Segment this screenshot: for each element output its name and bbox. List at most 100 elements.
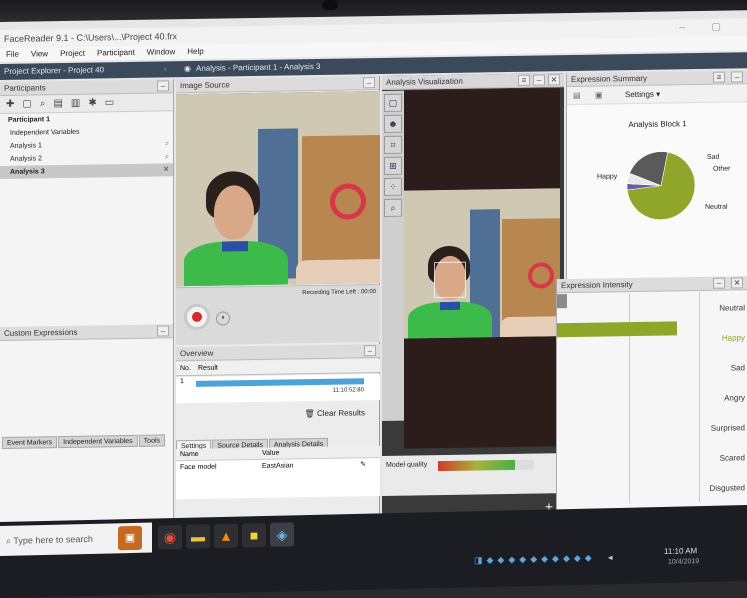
analysis-visualization-panel: Analysis Visualization ≡–✕ ▢ ☻ ⌗ ⊞ ⁘ ⌕: [382, 73, 564, 516]
pause-button[interactable]: ⏸: [216, 311, 230, 326]
intensity-labels: Neutral Happy Sad Angry Surprised Scared…: [703, 291, 747, 502]
analysis-item-selected[interactable]: Analysis 3 ✕: [0, 163, 173, 179]
file-explorer-icon[interactable]: ▬: [186, 524, 210, 549]
project-explorer-title: Project Explorer - Project 40: [4, 65, 105, 76]
analysis-visualization-title: Analysis Visualization: [386, 76, 463, 87]
menu-icon[interactable]: ≡: [713, 71, 725, 83]
clock-date[interactable]: 10/4/2019: [668, 558, 699, 566]
independent-variables-label: Independent Variables: [10, 128, 80, 137]
pie-label-neutral: Neutral: [705, 204, 728, 211]
facereader-window: FaceReader 9.1 - C:\Users\...\Project 40…: [0, 10, 747, 522]
sticky-notes-icon[interactable]: ■: [242, 522, 266, 548]
participants-label: Participants: [4, 83, 46, 93]
grid-icon[interactable]: ⊞: [384, 156, 402, 175]
record-button[interactable]: [184, 303, 210, 331]
panel-minimize-button[interactable]: –: [363, 77, 375, 89]
add-participant-icon[interactable]: ✚: [6, 99, 22, 110]
frame-icon[interactable]: ▢: [384, 93, 402, 112]
result-progress-bar: [196, 378, 364, 387]
table-row[interactable]: 1 11:10:52:80: [176, 374, 380, 404]
analysis-1-label: Analysis 1: [10, 142, 42, 150]
windows-taskbar: ⌕ Type here to search ▣ ◉ ▬ ▲ ■ ◈ ◨◆◆◆◆◆…: [0, 505, 747, 598]
print-icon[interactable]: ▤: [573, 87, 581, 105]
pie-label-sad: Sad: [707, 154, 720, 161]
model-quality-label: Model quality: [386, 461, 428, 469]
table-row[interactable]: Face model EastAsian ✎: [176, 458, 380, 475]
recording-time: Recording Time Left : 00:00: [302, 289, 376, 297]
menu-project[interactable]: Project: [54, 47, 91, 62]
model-quality-track: [438, 459, 534, 472]
zoom-icon[interactable]: ⌕: [384, 198, 402, 217]
trash-icon: 🗑: [304, 409, 315, 419]
menu-icon[interactable]: ≡: [518, 74, 530, 86]
pie-label-happy: Happy: [597, 173, 618, 180]
minimize-icon[interactable]: –: [533, 74, 545, 86]
custom-expressions-header: Custom Expressions –: [0, 324, 173, 341]
pie-label-other: Other: [713, 166, 731, 173]
clear-results-button[interactable]: 🗑 Clear Results: [305, 408, 365, 418]
face-tracking-box: [434, 261, 466, 299]
monitor-screen: FaceReader 9.1 - C:\Users\...\Project 40…: [0, 0, 747, 598]
facereader-icon[interactable]: ◈: [270, 522, 294, 547]
monitor-icon[interactable]: ▭: [105, 97, 122, 108]
briefcase-icon[interactable]: ▣: [118, 525, 142, 551]
minimize-icon[interactable]: –: [731, 71, 743, 83]
project-explorer-panel: Participants – ✚▢⌕▤▥✱▭ Participant 1 Inde…: [0, 79, 174, 522]
search-icon[interactable]: ⌕: [40, 98, 54, 109]
settings-dropdown[interactable]: Settings ▾: [625, 86, 660, 105]
points-icon[interactable]: ⁘: [384, 177, 402, 196]
menu-file[interactable]: File: [0, 48, 25, 62]
col-value: Value: [262, 449, 280, 457]
collapse-icon[interactable]: ‹: [164, 61, 167, 77]
minimize-icon[interactable]: –: [713, 277, 725, 289]
menu-view[interactable]: View: [25, 47, 54, 61]
explorer-bottom-tabs: Event Markers Independent Variables Tools: [2, 429, 166, 450]
import-icon[interactable]: ✱: [88, 97, 104, 108]
arm: [296, 259, 380, 287]
result-track: [196, 378, 364, 387]
new-analysis-icon[interactable]: ▢: [22, 98, 39, 109]
analysis-icon: ◉: [184, 63, 191, 74]
expression-intensity-panel: Expression Intensity – ✕ Neutral Happy Sad…: [556, 276, 747, 514]
taskbar-search-box[interactable]: ⌕ Type here to search ▣: [0, 522, 152, 556]
custom-expressions-label: Custom Expressions: [4, 327, 78, 338]
arm: [500, 316, 560, 338]
visualization-top: [404, 88, 560, 191]
clock-time[interactable]: 11:10 AM: [664, 546, 697, 556]
panel-minimize-button[interactable]: –: [157, 80, 169, 92]
panel-minimize-button[interactable]: –: [157, 325, 169, 337]
mesh-icon[interactable]: ⌗: [384, 135, 402, 154]
face-icon[interactable]: ☻: [384, 114, 402, 133]
menu-window[interactable]: Window: [141, 45, 181, 60]
tab-event-markers[interactable]: Event Markers: [2, 436, 58, 449]
delete-icon[interactable]: ▥: [71, 98, 88, 109]
analysis-tab-title[interactable]: Analysis - Participant 1 - Analysis 3: [196, 59, 321, 77]
tab-independent-variables[interactable]: Independent Variables: [58, 434, 138, 449]
menu-participant[interactable]: Participant: [91, 46, 141, 61]
menu-help[interactable]: Help: [181, 45, 209, 59]
close-icon[interactable]: ✕: [731, 277, 743, 289]
search-icon: ⌕: [6, 535, 12, 546]
vlc-icon[interactable]: ▲: [214, 523, 238, 549]
window-controls[interactable]: – ▢: [679, 18, 733, 37]
label-neutral: Neutral: [719, 303, 745, 313]
close-icon[interactable]: ✕: [548, 74, 560, 86]
edit-icon[interactable]: ✎: [360, 458, 366, 472]
grid-line: [699, 292, 700, 503]
neutral-bar: [557, 294, 567, 309]
tab-tools[interactable]: Tools: [138, 434, 166, 447]
person-collar: [222, 241, 248, 252]
magnifier-icon[interactable]: ⌕: [165, 137, 169, 150]
system-tray-icons[interactable]: ◨◆◆◆◆◆◆◆◆◆◆: [474, 552, 596, 566]
face-model-value: EastAsian: [262, 462, 294, 470]
face-visualization: [404, 188, 560, 339]
pie-chart-title: Analysis Block 1: [628, 119, 687, 130]
copy-icon[interactable]: ▣: [595, 87, 603, 105]
row-number: 1: [180, 378, 184, 386]
close-icon[interactable]: ✕: [163, 163, 169, 176]
copy-icon[interactable]: ▤: [53, 98, 70, 109]
chrome-icon[interactable]: ◉: [158, 524, 182, 550]
magnifier-icon[interactable]: ⌕: [165, 150, 169, 163]
panel-minimize-button[interactable]: –: [364, 345, 376, 357]
volume-icon[interactable]: ◂: [608, 552, 613, 563]
